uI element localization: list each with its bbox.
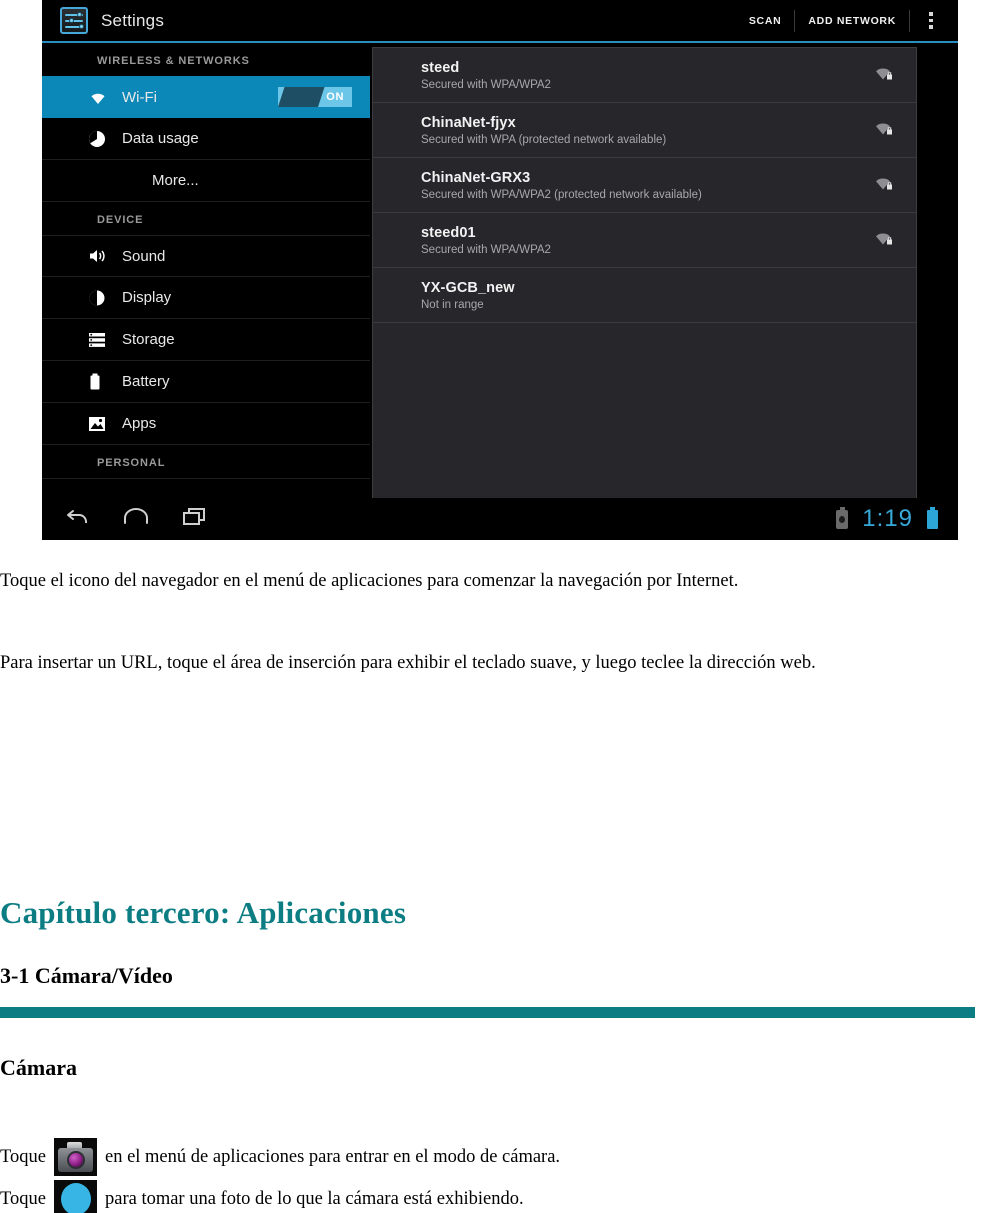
toggle-knob	[278, 87, 325, 107]
camera-app-icon	[53, 1138, 97, 1176]
add-network-button[interactable]: ADD NETWORK	[795, 8, 909, 34]
settings-sidebar: WIRELESS & NETWORKS Wi-Fi ON Data usage …	[42, 43, 370, 498]
sidebar-label: Display	[122, 289, 172, 306]
subsection-title: Cámara	[0, 1055, 77, 1080]
wifi-secured-icon	[872, 229, 894, 251]
wifi-secured-icon	[872, 174, 894, 196]
back-arrow-icon[interactable]	[64, 507, 90, 532]
sidebar-item-wifi[interactable]: Wi-Fi ON	[42, 76, 370, 118]
sidebar-item-more[interactable]: More...	[42, 160, 370, 202]
android-settings-screenshot: Settings SCAN ADD NETWORK WIRELESS & NET…	[42, 0, 958, 540]
network-status: Not in range	[421, 298, 484, 311]
sidebar-item-sound[interactable]: Sound	[42, 235, 370, 277]
paragraph-browser: Toque el icono del navegador en el menú …	[0, 571, 739, 591]
sidebar-item-display[interactable]: Display	[42, 277, 370, 319]
sidebar-label: More...	[152, 172, 199, 189]
apps-image-icon	[88, 416, 118, 432]
data-usage-icon	[88, 130, 118, 148]
wifi-list-item[interactable]: ChinaNet-fjyx Secured with WPA (protecte…	[373, 103, 916, 158]
wifi-list-item[interactable]: YX-GCB_new Not in range	[373, 268, 916, 323]
settings-body: WIRELESS & NETWORKS Wi-Fi ON Data usage …	[42, 43, 958, 499]
document-page: Settings SCAN ADD NETWORK WIRELESS & NET…	[0, 0, 999, 1213]
speaker-icon	[88, 248, 118, 264]
brightness-icon	[88, 289, 118, 307]
network-name: steed01	[421, 224, 476, 241]
system-navigation-bar: 1:19	[42, 498, 958, 540]
app-title: Settings	[101, 10, 165, 30]
wifi-list-item[interactable]: ChinaNet-GRX3 Secured with WPA/WPA2 (pro…	[373, 158, 916, 213]
sidebar-item-storage[interactable]: Storage	[42, 319, 370, 361]
section-title: 3-1 Cámara/Vídeo	[0, 963, 173, 988]
network-name: ChinaNet-GRX3	[421, 169, 531, 186]
paragraph-url: Para insertar un URL, toque el área de i…	[0, 653, 816, 673]
sidebar-item-battery[interactable]: Battery	[42, 361, 370, 403]
scan-button[interactable]: SCAN	[736, 8, 795, 34]
action-bar: Settings SCAN ADD NETWORK	[42, 0, 958, 41]
wifi-network-list: steed Secured with WPA/WPA2 ChinaNet-fjy…	[372, 47, 917, 499]
section-header-device: DEVICE	[97, 214, 144, 226]
wifi-list-item[interactable]: steed Secured with WPA/WPA2	[373, 48, 916, 103]
status-icons: 1:19	[836, 505, 958, 533]
sidebar-label: Wi-Fi	[122, 88, 157, 106]
sidebar-item-apps[interactable]: Apps	[42, 403, 370, 445]
nav-buttons	[42, 507, 208, 532]
settings-sliders-icon	[57, 6, 91, 36]
shutter-button-icon	[53, 1180, 97, 1213]
sidebar-label: Data usage	[122, 130, 199, 147]
line-prefix: Toque	[0, 1188, 46, 1209]
network-status: Secured with WPA/WPA2	[421, 78, 551, 91]
toggle-state-label: ON	[326, 91, 344, 103]
network-status: Secured with WPA (protected network avai…	[421, 133, 667, 146]
wifi-list-item[interactable]: steed01 Secured with WPA/WPA2	[373, 213, 916, 268]
home-icon[interactable]	[122, 507, 150, 532]
line-suffix: en el menú de aplicaciones para entrar e…	[104, 1146, 561, 1167]
divider	[909, 9, 910, 32]
overflow-menu-icon[interactable]	[918, 8, 944, 34]
shutter-instruction-line: Toque para tomar una foto de lo que la c…	[0, 1180, 999, 1213]
battery-icon	[88, 373, 118, 391]
network-status: Secured with WPA/WPA2	[421, 243, 551, 256]
wifi-secured-icon	[872, 64, 894, 86]
recent-apps-icon[interactable]	[182, 507, 208, 532]
sidebar-label: Storage	[122, 331, 175, 348]
sidebar-label: Apps	[122, 415, 157, 432]
line-prefix: Toque	[0, 1146, 46, 1167]
chapter-title: Capítulo tercero: Aplicaciones	[0, 895, 407, 930]
sidebar-item-data-usage[interactable]: Data usage	[42, 118, 370, 160]
section-rule	[0, 1007, 975, 1018]
sidebar-label: Battery	[122, 373, 170, 390]
network-status: Secured with WPA/WPA2 (protected network…	[421, 188, 702, 201]
network-name: steed	[421, 59, 460, 76]
network-name: YX-GCB_new	[421, 279, 515, 296]
network-name: ChinaNet-fjyx	[421, 114, 516, 131]
usb-storage-icon	[836, 506, 849, 529]
storage-icon	[88, 332, 118, 348]
wifi-secured-icon	[872, 119, 894, 141]
battery-icon	[927, 506, 938, 529]
sidebar-label: Sound	[122, 247, 166, 265]
section-header-wireless: WIRELESS & NETWORKS	[97, 55, 250, 67]
clock: 1:19	[862, 505, 913, 532]
wifi-toggle[interactable]: ON	[278, 87, 352, 107]
wifi-icon	[88, 90, 118, 105]
line-suffix: para tomar una foto de lo que la cámara …	[104, 1188, 524, 1209]
action-bar-buttons: SCAN ADD NETWORK	[736, 0, 958, 41]
camera-instruction-line: Toque en el menú de aplicaciones para en…	[0, 1138, 999, 1176]
section-header-personal: PERSONAL	[97, 457, 166, 469]
sidebar-bottom-divider	[42, 478, 370, 479]
